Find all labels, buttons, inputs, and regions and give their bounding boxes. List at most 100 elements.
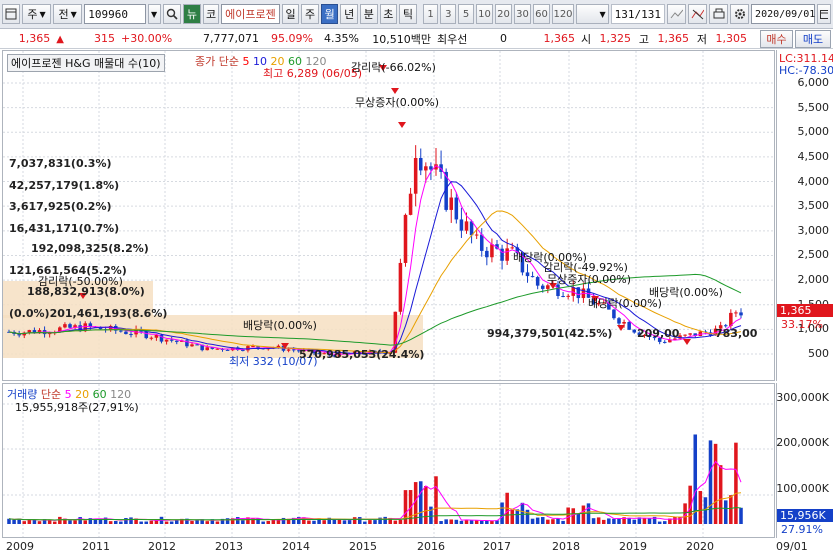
volume-bar (337, 519, 342, 524)
candlestick (205, 347, 210, 351)
volume-bar (78, 517, 82, 524)
volume-bar (566, 507, 570, 524)
dropdown-arrow-icon: ▼ (39, 9, 46, 19)
period-tick-button[interactable]: 틱 (399, 4, 417, 24)
candlestick (627, 321, 631, 330)
event-arrow (398, 122, 406, 128)
volume-bar (83, 520, 88, 524)
buy-button[interactable]: 매수 (760, 30, 793, 48)
period-second-button[interactable]: 초 (379, 4, 398, 24)
x-tick-label: 2014 (282, 540, 310, 553)
volume-ma20-line (8, 492, 742, 521)
interval-button[interactable]: 5 (458, 4, 474, 24)
x-tick-label: 09/01 (776, 540, 808, 553)
calendar-icon[interactable] (817, 4, 832, 24)
price-chart-canvas: 감리락(-66.02%)무상증자(0.00%)감리락(-50.00%)배당락(0… (3, 51, 774, 380)
count-field[interactable]: 131/131 (610, 4, 666, 24)
search-icon[interactable] (162, 4, 181, 24)
trade-volume: 7,777,071 (203, 32, 259, 45)
sell-button[interactable]: 매도 (795, 30, 831, 48)
volume-profile-label: 570,985,053(24.4%) (299, 348, 424, 361)
period-second-label: 초 (383, 8, 394, 21)
interval-dropdown[interactable]: ▼ (576, 4, 609, 24)
interval-button[interactable]: 1 (422, 4, 439, 24)
stock-name-field[interactable]: 에이프로젠 (221, 4, 280, 24)
period-month-button[interactable]: 월 (320, 4, 339, 24)
price-tick-label: 2,500 (797, 248, 830, 262)
up-arrow-icon: ▲ (56, 34, 64, 45)
interval-button[interactable]: 60 (533, 4, 550, 24)
volume-bar (174, 520, 179, 524)
date-field[interactable]: 2020/09/01 (751, 4, 815, 24)
candlestick (241, 350, 245, 352)
price-tick-label: 4,500 (797, 149, 830, 163)
ma20-label: 20 (270, 55, 285, 68)
volume-bar (261, 521, 265, 524)
candlestick (47, 333, 52, 335)
price-change-tag: 33.17% (781, 318, 823, 331)
x-tick-label: 2011 (82, 540, 110, 553)
volume-bar (434, 476, 438, 524)
price-chart-pane[interactable]: 에이프로젠 H&G 매물대 수(10) 종가 단순 5 10 20 60 120… (2, 50, 775, 381)
candlestick (429, 166, 433, 170)
period-type-value: 주 (27, 8, 38, 21)
volume-bar (383, 516, 387, 524)
period-year-button[interactable]: 년 (340, 4, 358, 24)
compare-icon[interactable] (688, 4, 708, 24)
price-tick-label: 5,000 (797, 125, 830, 139)
volume-bar (469, 520, 474, 524)
news-button[interactable]: 뉴 (182, 4, 202, 24)
volume-bar (474, 520, 479, 524)
dropdown-arrow-icon: ▼ (70, 9, 77, 19)
chart-type-icon[interactable] (667, 4, 687, 24)
x-tick-label: 2020 (686, 540, 714, 553)
volume-bar (708, 440, 713, 524)
volume-bar (113, 520, 118, 524)
candlestick (68, 324, 72, 328)
print-icon[interactable] (709, 4, 729, 24)
event-arrow (617, 325, 625, 331)
period-tick-label: 틱 (402, 8, 413, 21)
volume-bar (500, 502, 504, 524)
interval-label: 20 (497, 8, 510, 20)
period-type-select[interactable]: 주 ▼ (22, 4, 52, 24)
last-price: 1,365 (543, 32, 576, 45)
market-select[interactable]: 전 ▼ (53, 4, 83, 24)
period-year-label: 년 (344, 8, 355, 21)
volume-bar (373, 520, 377, 524)
candlestick (505, 248, 509, 261)
volume-bar (718, 465, 723, 524)
volume-bar (540, 517, 545, 524)
stock-name-value: 에이프로젠 (225, 8, 276, 21)
volume-chart-pane[interactable]: 거래량 단순 5 20 60 120 15,955,918주(27,91%) (2, 383, 775, 538)
volume-bar (215, 521, 220, 524)
price-pane-title: 에이프로젠 H&G 매물대 수(10) (7, 54, 165, 72)
event-arrow (391, 88, 399, 94)
window-icon[interactable] (2, 4, 20, 24)
interval-button[interactable]: 3 (440, 4, 457, 24)
volume-bar (347, 520, 352, 524)
candlestick (662, 341, 667, 343)
interval-button[interactable]: 120 (552, 4, 574, 24)
event-annotation: 배당락(0.00%) (649, 286, 723, 299)
interval-button[interactable]: 30 (514, 4, 531, 24)
candlestick (535, 277, 540, 286)
period-day-button[interactable]: 일 (281, 4, 300, 24)
vol-tick-300k: 300,000K (776, 391, 829, 404)
period-week-button[interactable]: 주 (301, 4, 319, 24)
interval-button[interactable]: 10 (476, 4, 493, 24)
stock-code-input[interactable]: 109960 (84, 4, 146, 24)
volume-bar (164, 521, 169, 524)
period-week-label: 주 (305, 8, 316, 21)
volume-bar (52, 521, 57, 524)
period-minute-button[interactable]: 분 (359, 4, 378, 24)
market-prefix-button[interactable]: 코 (203, 4, 220, 24)
interval-button[interactable]: 20 (495, 4, 512, 24)
volume-bar (225, 518, 230, 524)
candlestick (683, 334, 687, 336)
turnover-rate: 4.35% (324, 32, 359, 45)
price-tick-label: 3,000 (797, 223, 830, 237)
volume-bar (444, 519, 448, 524)
settings-gear-icon[interactable] (730, 4, 750, 24)
code-dropdown-button[interactable]: ▼ (147, 4, 161, 24)
